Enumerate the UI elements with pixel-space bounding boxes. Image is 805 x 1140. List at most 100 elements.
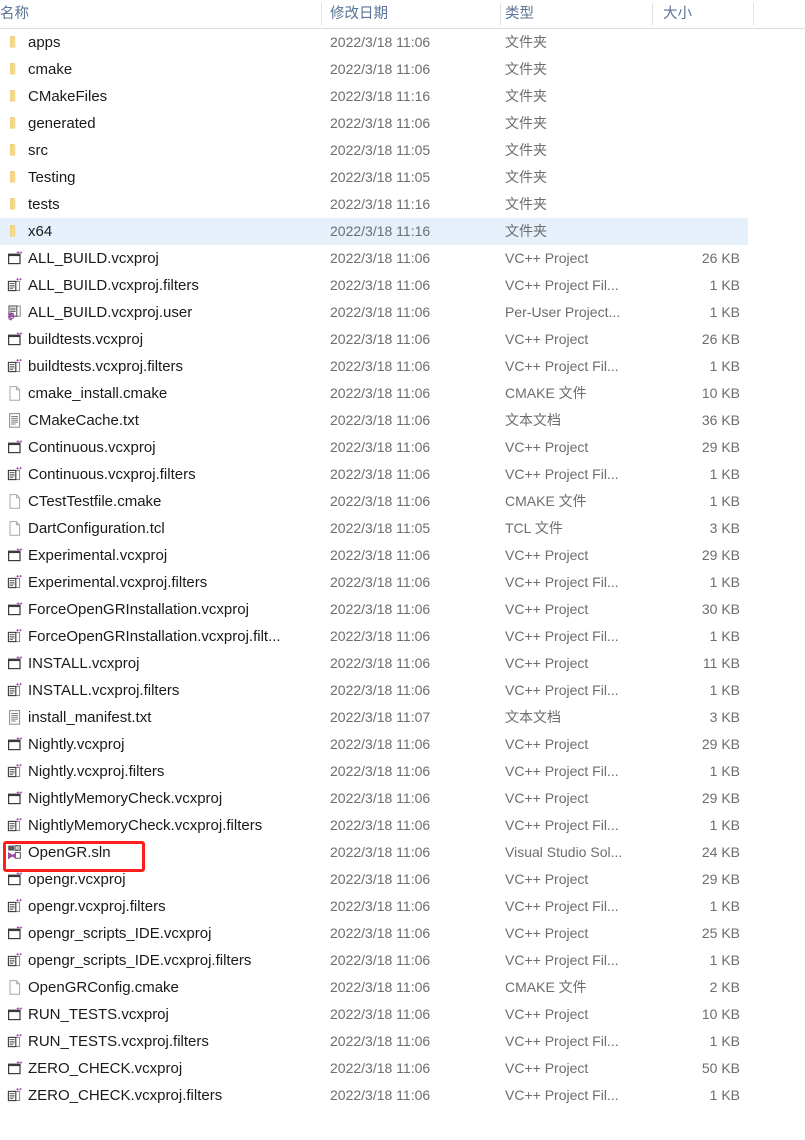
file-list-row[interactable]: RUN_TESTS.vcxproj.filters 2022/3/18 11:06… [0, 1028, 748, 1055]
vcxproj-filters-icon [7, 574, 24, 591]
date-modified-cell: 2022/3/18 11:05 [330, 520, 431, 536]
vcxproj-filters-icon [7, 466, 24, 483]
file-list-row[interactable]: INSTALL.vcxproj.filters 2022/3/18 11:06 VC… [0, 677, 748, 704]
file-size-cell: 1 KB [709, 763, 740, 779]
file-type-cell: VC++ Project [505, 1060, 589, 1076]
column-header-size[interactable]: 大小 [663, 0, 748, 28]
text-file-icon [7, 412, 24, 429]
file-list-row[interactable]: Continuous.vcxproj 2022/3/18 11:06 VC++ Pr… [0, 434, 748, 461]
file-size-cell [640, 29, 740, 56]
file-list-row[interactable]: Nightly.vcxproj 2022/3/18 11:06 VC++ Proje… [0, 731, 748, 758]
file-name-cell: install_manifest.txt [28, 709, 152, 726]
file-list-row[interactable]: generated 2022/3/18 11:06 文件夹 [0, 110, 748, 137]
file-size-cell: 1 KB [709, 358, 740, 374]
date-modified-cell: 2022/3/18 11:06 [330, 952, 431, 968]
file-list-row[interactable]: ALL_BUILD.vcxproj 2022/3/18 11:06 VC++ Pro… [0, 245, 748, 272]
vcxproj-filters-icon [7, 952, 24, 969]
file-list-row[interactable]: NightlyMemoryCheck.vcxproj.filters 2022/3… [0, 812, 748, 839]
file-size-cell: 1 KB [709, 952, 740, 968]
file-name-cell: x64 [28, 223, 53, 240]
file-list-row[interactable]: Nightly.vcxproj.filters 2022/3/18 11:06 VC… [0, 758, 748, 785]
file-size-cell [640, 110, 740, 137]
file-list-row[interactable]: Testing 2022/3/18 11:05 文件夹 [0, 164, 748, 191]
vcxproj-icon [7, 1006, 24, 1023]
file-list-row[interactable]: install_manifest.txt 2022/3/18 11:07 文本文档 3… [0, 704, 748, 731]
file-list-row[interactable]: OpenGRConfig.cmake 2022/3/18 11:06 CMAKE 文… [0, 974, 748, 1001]
file-name-cell: buildtests.vcxproj.filters [28, 358, 184, 375]
file-list-row[interactable]: INSTALL.vcxproj 2022/3/18 11:06 VC++ Proje… [0, 650, 748, 677]
file-list-row[interactable]: tests 2022/3/18 11:16 文件夹 [0, 191, 748, 218]
file-list-row[interactable]: NightlyMemoryCheck.vcxproj 2022/3/18 11:0… [0, 785, 748, 812]
blank-file-icon [7, 520, 24, 537]
file-list-row[interactable]: x64 2022/3/18 11:16 文件夹 [0, 218, 748, 245]
date-modified-cell: 2022/3/18 11:06 [330, 1060, 431, 1076]
file-list-row[interactable]: buildtests.vcxproj.filters 2022/3/18 11:0… [0, 353, 748, 380]
file-name-cell: CMakeCache.txt [28, 412, 139, 429]
file-list-row[interactable]: Experimental.vcxproj 2022/3/18 11:06 VC++ … [0, 542, 748, 569]
date-modified-cell: 2022/3/18 11:06 [330, 466, 431, 482]
file-list-row[interactable]: ZERO_CHECK.vcxproj.filters 2022/3/18 11:0… [0, 1082, 748, 1109]
file-list-row[interactable]: opengr.vcxproj 2022/3/18 11:06 VC++ Projec… [0, 866, 748, 893]
file-name-cell: INSTALL.vcxproj.filters [28, 682, 180, 699]
file-size-cell: 24 KB [701, 844, 740, 860]
file-list-row[interactable]: DartConfiguration.tcl 2022/3/18 11:05 TCL … [0, 515, 748, 542]
column-divider-1[interactable] [321, 3, 322, 25]
blank-file-icon [7, 385, 24, 402]
file-name-cell: tests [28, 196, 60, 213]
date-modified-cell: 2022/3/18 11:05 [330, 142, 431, 158]
file-name-cell: Experimental.vcxproj [28, 547, 168, 564]
file-list-row[interactable]: ALL_BUILD.vcxproj.filters 2022/3/18 11:06… [0, 272, 748, 299]
file-list-row[interactable]: opengr.vcxproj.filters 2022/3/18 11:06 VC+… [0, 893, 748, 920]
file-list[interactable]: apps 2022/3/18 11:06 文件夹 cmake 2022/3/18 11:… [0, 29, 805, 1109]
date-modified-cell: 2022/3/18 11:06 [330, 898, 431, 914]
column-divider-4[interactable] [753, 3, 754, 25]
column-header-name[interactable]: 名称 [0, 0, 315, 28]
file-type-cell: VC++ Project [505, 331, 589, 347]
file-type-cell: 文本文档 [505, 709, 561, 725]
file-list-row[interactable]: Continuous.vcxproj.filters 2022/3/18 11:0… [0, 461, 748, 488]
file-list-row[interactable]: RUN_TESTS.vcxproj 2022/3/18 11:06 VC++ Pro… [0, 1001, 748, 1028]
column-divider-3[interactable] [652, 3, 653, 25]
vcxproj-icon [7, 331, 24, 348]
file-name-cell: ForceOpenGRInstallation.vcxproj.filt... [28, 628, 281, 645]
date-modified-cell: 2022/3/18 11:06 [330, 1087, 431, 1103]
file-list-row[interactable]: CMakeFiles 2022/3/18 11:16 文件夹 [0, 83, 748, 110]
date-modified-cell: 2022/3/18 11:06 [330, 304, 431, 320]
file-type-cell: 文件夹 [505, 61, 547, 77]
file-name-cell: Continuous.vcxproj [28, 439, 156, 456]
file-list-row[interactable]: src 2022/3/18 11:05 文件夹 [0, 137, 748, 164]
file-list-row[interactable]: Experimental.vcxproj.filters 2022/3/18 11… [0, 569, 748, 596]
file-list-row[interactable]: opengr_scripts_IDE.vcxproj 2022/3/18 11:0… [0, 920, 748, 947]
file-list-row[interactable]: 16 OpenGR.sln 2022/3/18 11:06 Visual Studio… [0, 839, 748, 866]
file-list-row[interactable]: ForceOpenGRInstallation.vcxproj 2022/3/18… [0, 596, 748, 623]
file-name-cell: opengr_scripts_IDE.vcxproj.filters [28, 952, 252, 969]
file-name-cell: generated [28, 115, 96, 132]
file-name-cell: RUN_TESTS.vcxproj [28, 1006, 169, 1023]
file-type-cell: Visual Studio Sol... [505, 844, 623, 860]
column-header-type[interactable]: 类型 [505, 0, 645, 28]
file-name-cell: NightlyMemoryCheck.vcxproj.filters [28, 817, 263, 834]
file-list-row[interactable]: buildtests.vcxproj 2022/3/18 11:06 VC++ Pr… [0, 326, 748, 353]
file-list-row[interactable]: CMakeCache.txt 2022/3/18 11:06 文本文档 36 KB [0, 407, 748, 434]
file-list-row[interactable]: CTestTestfile.cmake 2022/3/18 11:06 CMAKE … [0, 488, 748, 515]
file-size-cell: 11 KB [702, 655, 740, 671]
file-list-row[interactable]: cmake 2022/3/18 11:06 文件夹 [0, 56, 748, 83]
date-modified-cell: 2022/3/18 11:06 [330, 1033, 431, 1049]
file-name-cell: cmake [28, 61, 73, 78]
file-list-row[interactable]: ALL_BUILD.vcxproj.user 2022/3/18 11:06 Per… [0, 299, 748, 326]
file-size-cell: 10 KB [701, 385, 740, 401]
date-modified-cell: 2022/3/18 11:07 [330, 709, 431, 725]
column-header-date[interactable]: 修改日期 [330, 0, 490, 28]
column-divider-2[interactable] [500, 3, 501, 25]
file-list-row[interactable]: apps 2022/3/18 11:06 文件夹 [0, 29, 748, 56]
file-list-row[interactable]: ForceOpenGRInstallation.vcxproj.filt... 2… [0, 623, 748, 650]
file-type-cell: VC++ Project Fil... [505, 763, 619, 779]
file-type-cell: VC++ Project [505, 925, 589, 941]
date-modified-cell: 2022/3/18 11:06 [330, 790, 431, 806]
file-size-cell: 26 KB [701, 250, 740, 266]
file-list-row[interactable]: opengr_scripts_IDE.vcxproj.filters 2022/3… [0, 947, 748, 974]
file-list-row[interactable]: cmake_install.cmake 2022/3/18 11:06 CMAKE … [0, 380, 748, 407]
file-list-row[interactable]: ZERO_CHECK.vcxproj 2022/3/18 11:06 VC++ Pr… [0, 1055, 748, 1082]
file-size-cell [640, 56, 740, 83]
file-name-cell: INSTALL.vcxproj [28, 655, 140, 672]
